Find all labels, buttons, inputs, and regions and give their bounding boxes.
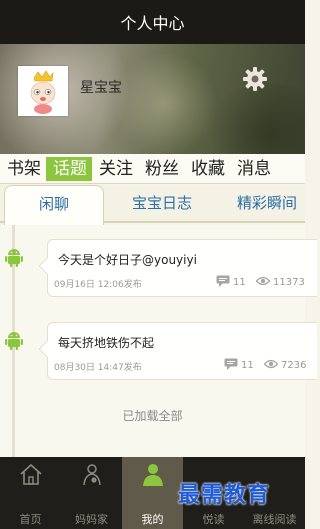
- home-icon: [20, 463, 42, 485]
- tab-following[interactable]: 关注: [92, 157, 138, 181]
- username: 星宝宝: [80, 80, 122, 96]
- title-bar: 个人中心: [0, 0, 305, 44]
- nav-mine[interactable]: 我的: [122, 457, 183, 529]
- post-text: 今天是个好日子@youyiyi: [58, 253, 197, 267]
- person-icon: [143, 464, 163, 486]
- mom-icon: [83, 464, 101, 486]
- comment-icon: [224, 358, 238, 370]
- main-tabs: 书架 话题 关注 粉丝 收藏 消息: [0, 154, 305, 184]
- load-status: 已加载全部: [122, 409, 183, 423]
- view-count: 7236: [281, 360, 307, 371]
- subtab-baby-diary[interactable]: 宝宝日志: [112, 185, 212, 223]
- android-icon: [5, 247, 23, 267]
- post-text: 每天挤地铁伤不起: [58, 336, 155, 350]
- tab-topics[interactable]: 话题: [46, 156, 92, 181]
- page-title: 个人中心: [120, 14, 185, 33]
- subtab-chat[interactable]: 闲聊: [4, 185, 104, 225]
- post-card[interactable]: 今天是个好日子@youyiyi 09月16日 12:06发布 11 11373: [38, 239, 317, 297]
- nav-home[interactable]: 首页: [0, 457, 61, 529]
- post-card[interactable]: 每天挤地铁伤不起 08月30日 14:47发布 11 7236: [38, 322, 317, 380]
- avatar[interactable]: [18, 66, 68, 116]
- nav-mom[interactable]: 妈妈家: [61, 457, 122, 529]
- view-count: 11373: [273, 277, 305, 288]
- comment-count: 11: [233, 277, 246, 288]
- eye-icon: [256, 276, 270, 286]
- tab-favorites[interactable]: 收藏: [184, 157, 230, 181]
- tab-fans[interactable]: 粉丝: [138, 157, 184, 181]
- subtab-moments[interactable]: 精彩瞬间: [222, 185, 312, 223]
- post-time: 09月16日 12:06发布: [54, 280, 142, 290]
- comment-count: 11: [241, 360, 254, 371]
- eye-icon: [264, 359, 278, 369]
- settings-gear-icon[interactable]: [242, 66, 268, 92]
- tab-messages[interactable]: 消息: [230, 157, 276, 181]
- android-icon: [5, 330, 23, 350]
- post-time: 08月30日 14:47发布: [54, 363, 142, 373]
- watermark: 最需教育: [178, 482, 271, 508]
- sub-tabs: 闲聊 宝宝日志 精彩瞬间: [0, 185, 305, 225]
- comment-icon: [216, 275, 230, 287]
- profile-banner: 星宝宝: [0, 44, 305, 154]
- tab-bookshelf[interactable]: 书架: [0, 157, 46, 181]
